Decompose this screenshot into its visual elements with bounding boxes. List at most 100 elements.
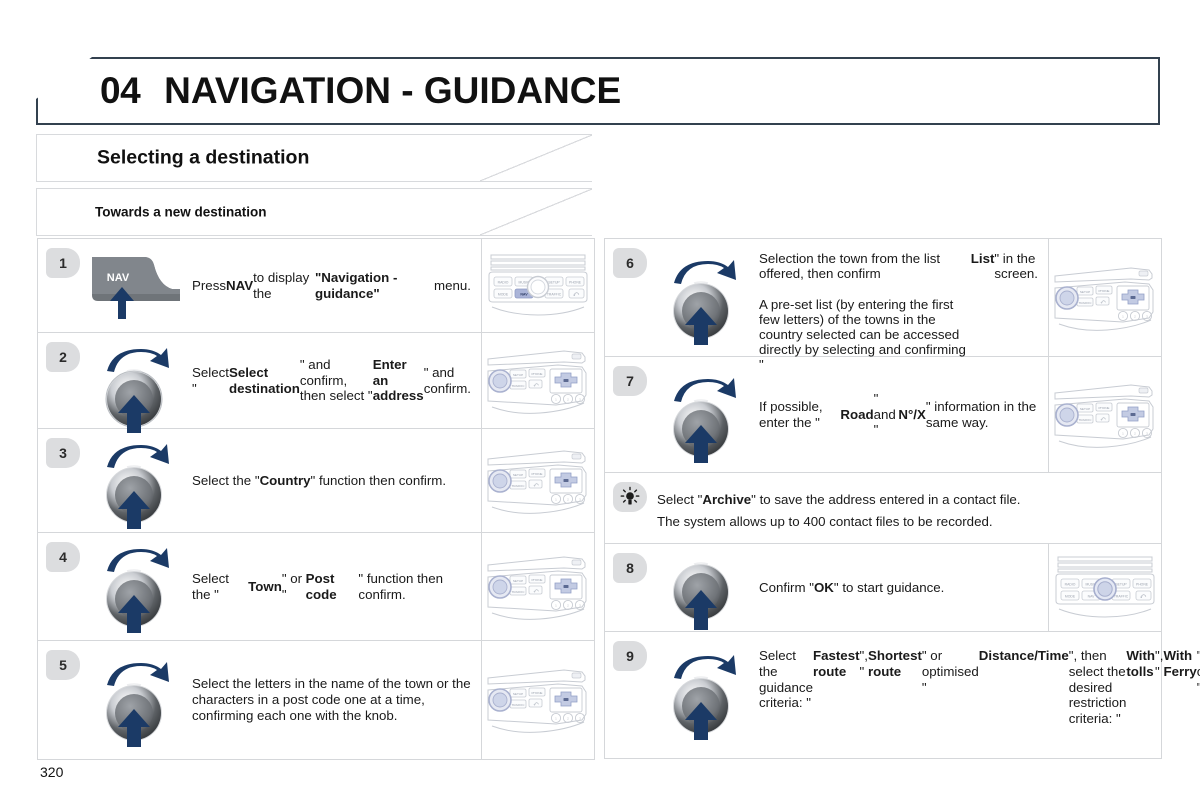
- svg-text:MODE: MODE: [498, 292, 509, 296]
- step-text: Select " Select destination " and confirm,…: [192, 356, 471, 404]
- table-row: 6 Selection the town from the list offer…: [605, 239, 1161, 373]
- step-illustration-cell: SETUP PHONE TRAFFIC ⤺ 123: [481, 641, 594, 759]
- tip-row: Select "Archive" to save the address ent…: [605, 473, 1161, 544]
- step-text: Select the " Country " function then confi…: [192, 472, 447, 488]
- svg-text:NAV: NAV: [1088, 594, 1095, 598]
- svg-text:1: 1: [555, 497, 557, 501]
- svg-text:PHONE: PHONE: [569, 280, 582, 284]
- svg-text:⤺: ⤺: [533, 588, 539, 594]
- left-steps-table: 1 NAV Press NAV to display the "Navigati…: [37, 238, 595, 760]
- nav-button-icon: NAV: [92, 257, 180, 319]
- svg-text:1: 1: [555, 716, 557, 720]
- step-icon-cell: [84, 641, 184, 759]
- step-icon-cell: [651, 632, 751, 758]
- section-banner-diagonal: [480, 189, 592, 235]
- step-badge: 2: [46, 342, 80, 372]
- table-row: 2 Select " Select destination " and conf…: [38, 333, 594, 433]
- rotary-knob-icon: [673, 655, 736, 740]
- svg-text:2: 2: [567, 397, 569, 401]
- svg-text:⤺: ⤺: [1140, 594, 1147, 600]
- tip-text: Select "Archive" to save the address ent…: [657, 492, 1021, 529]
- step-badge: 3: [46, 438, 80, 468]
- svg-text:RADIO: RADIO: [1065, 582, 1076, 586]
- svg-text:1: 1: [1122, 314, 1124, 318]
- radio-panel-angled-icon: SETUP PHONE TRAFFIC ⤺ 123: [487, 669, 587, 733]
- svg-text:1: 1: [1122, 431, 1124, 435]
- table-row: 9 Select the guidance criteria: " Fastest…: [605, 632, 1200, 758]
- step-text: Select the letters in the name of the to…: [192, 676, 471, 723]
- svg-text:SETUP: SETUP: [1080, 406, 1090, 410]
- radio-panel-front-nav-highlighted-icon: RADIO MUSIC SETUP PHONE MODE TRAFFIC NAV…: [488, 254, 588, 316]
- step-icon-cell: [84, 333, 184, 433]
- svg-text:⤺: ⤺: [573, 292, 580, 298]
- step-badge: 6: [613, 248, 647, 278]
- svg-text:PHONE: PHONE: [1098, 288, 1109, 292]
- svg-text:2: 2: [567, 497, 569, 501]
- step-illustration-cell: SETUP PHONE TRAFFIC ⤺ 123: [1048, 239, 1161, 356]
- svg-text:1: 1: [555, 397, 557, 401]
- step-number-cell: 8: [605, 544, 651, 631]
- rotary-knob-icon: [106, 548, 169, 633]
- svg-text:⤺: ⤺: [533, 702, 539, 708]
- step-illustration-cell: SETUP PHONE TRAFFIC ⤺ 123: [481, 533, 594, 640]
- subsection-title: Towards a new destination: [95, 204, 267, 220]
- step-text: Confirm " OK " to start guidance.: [759, 579, 945, 595]
- radio-panel-front-knob-highlighted-icon: RADIO MUSIC SETUP PHONE MODE NAV TRAFFIC…: [1055, 556, 1155, 618]
- svg-text:PHONE: PHONE: [531, 371, 542, 375]
- table-row: 1 NAV Press NAV to display the "Navigati…: [38, 239, 594, 333]
- svg-text:SETUP: SETUP: [513, 692, 523, 696]
- svg-text:⤺: ⤺: [533, 482, 539, 488]
- svg-text:TRAFFIC: TRAFFIC: [511, 703, 525, 707]
- step-text: Selection the town from the list offered…: [759, 251, 1038, 373]
- section-title: Selecting a destination: [97, 146, 310, 169]
- rotary-knob-icon: [105, 348, 169, 433]
- svg-text:TRAFFIC: TRAFFIC: [511, 383, 525, 387]
- step-badge: 7: [613, 366, 647, 396]
- svg-text:2: 2: [567, 603, 569, 607]
- svg-text:TRAFFIC: TRAFFIC: [1114, 594, 1129, 598]
- section-banner-towards-a-new-destination: Towards a new destination: [36, 188, 592, 236]
- step-illustration-cell: RADIO MUSIC SETUP PHONE MODE NAV TRAFFIC…: [1048, 544, 1161, 631]
- svg-text:RADIO: RADIO: [498, 280, 509, 284]
- step-number-cell: 3: [38, 429, 84, 532]
- rotary-knob-icon: [106, 662, 169, 747]
- svg-text:1: 1: [555, 603, 557, 607]
- svg-text:NAV: NAV: [520, 292, 528, 296]
- step-number-cell: 9: [605, 632, 651, 758]
- chapter-number: 04: [100, 70, 141, 111]
- rotary-knob-icon: [673, 378, 736, 463]
- step-icon-cell: [651, 357, 751, 472]
- table-row: 8 Confirm " OK " to start guidance. RADI…: [605, 544, 1161, 632]
- page-number: 320: [40, 764, 64, 780]
- step-text: Select the guidance criteria: " Fastest r…: [759, 648, 1200, 727]
- svg-text:SETUP: SETUP: [1115, 582, 1127, 586]
- step-text: Press NAV to display the "Navigation - g…: [192, 269, 471, 301]
- section-banner-diagonal: [480, 135, 592, 181]
- section-banner-selecting-a-destination: Selecting a destination: [36, 134, 592, 182]
- table-row: 5 Select the letters in the name of the …: [38, 641, 594, 759]
- step-icon-cell: [651, 239, 751, 356]
- step-number-cell: 2: [38, 333, 84, 428]
- svg-text:SETUP: SETUP: [513, 472, 523, 476]
- svg-text:SETUP: SETUP: [548, 280, 560, 284]
- radio-panel-angled-icon: SETUP PHONE TRAFFIC ⤺ 123: [487, 555, 587, 620]
- svg-text:⤺: ⤺: [1100, 416, 1106, 422]
- svg-text:PHONE: PHONE: [531, 577, 542, 581]
- svg-text:TRAFFIC: TRAFFIC: [547, 292, 562, 296]
- step-number-cell: 4: [38, 533, 84, 640]
- svg-text:⤺: ⤺: [533, 382, 539, 388]
- lightbulb-glyph: [620, 486, 640, 505]
- svg-text:SETUP: SETUP: [513, 578, 523, 582]
- table-row: 4 Select the " Town " or " Post code " funct…: [38, 533, 594, 641]
- svg-text:2: 2: [1134, 314, 1136, 318]
- step-badge: 8: [613, 553, 647, 583]
- step-icon-cell: [84, 533, 184, 640]
- radio-panel-angled-icon: SETUP PHONE TRAFFIC ⤺ 123: [487, 449, 587, 514]
- step-illustration-cell: RADIO MUSIC SETUP PHONE MODE TRAFFIC NAV…: [481, 239, 594, 332]
- svg-text:TRAFFIC: TRAFFIC: [511, 483, 525, 487]
- svg-text:⤺: ⤺: [1100, 299, 1106, 305]
- step-badge: 9: [613, 641, 647, 671]
- radio-panel-angled-icon: SETUP PHONE TRAFFIC ⤺ 123: [487, 349, 587, 414]
- step-icon-cell: NAV: [84, 239, 184, 332]
- rotary-knob-press-icon: [673, 562, 729, 630]
